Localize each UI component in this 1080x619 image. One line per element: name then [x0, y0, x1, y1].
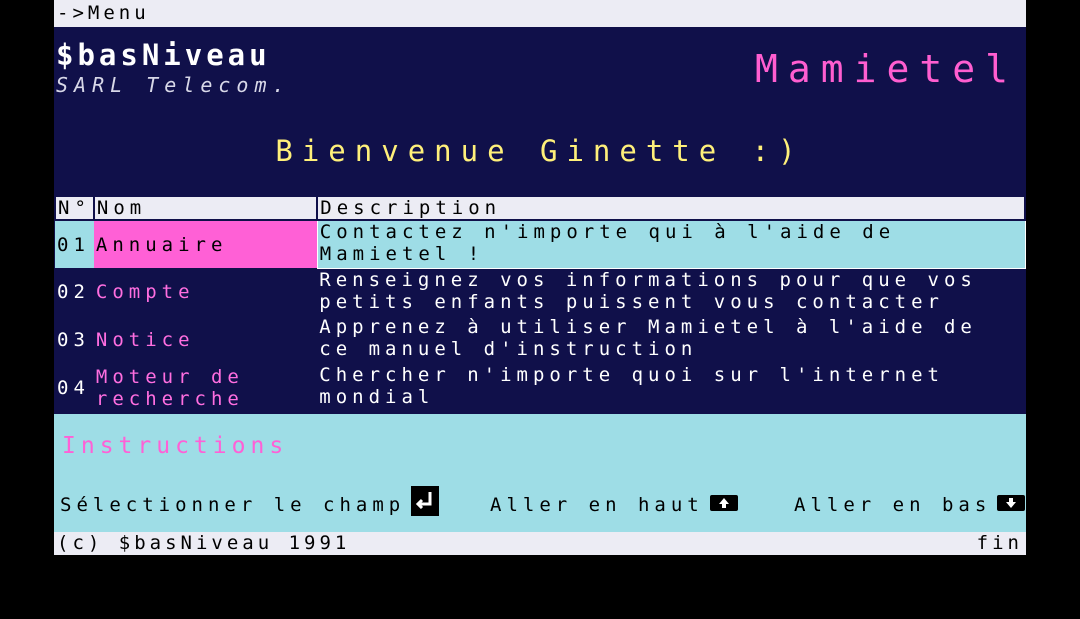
hint-select-label: Sélectionner le champ — [60, 494, 406, 516]
brand-name: $basNiveau — [56, 38, 271, 72]
hint-down: Aller en bas — [794, 490, 1026, 520]
arrow-down-key-icon — [997, 490, 1026, 520]
hint-up-label: Aller en haut — [490, 494, 704, 516]
welcome-message: Bienvenue Ginette :) — [275, 134, 805, 168]
column-header-description: Description — [316, 195, 1026, 221]
menu-row-annuaire[interactable]: 01 Annuaire Contactez n'importe qui à l'… — [55, 219, 1026, 269]
product-title: Mamietel — [754, 47, 1018, 91]
row-number: 04 — [57, 377, 90, 399]
hint-down-label: Aller en bas — [794, 494, 992, 516]
menu-link[interactable]: ->Menu — [54, 0, 1026, 27]
row-name[interactable]: Compte — [94, 268, 317, 316]
row-description: Renseignez vos informations pour que vos… — [319, 268, 977, 313]
enter-key-icon — [411, 485, 440, 525]
column-header-name: Nom — [92, 195, 319, 221]
row-name[interactable]: Moteur de recherche — [94, 364, 317, 412]
instructions-title: Instructions — [62, 433, 289, 459]
copyright-text: (c) $basNiveau 1991 — [57, 532, 351, 554]
hint-up: Aller en haut — [490, 490, 738, 520]
menu-row-compte[interactable]: 02 Compte Renseignez vos informations po… — [55, 268, 1025, 316]
minitel-screen: ->Menu $basNiveau SARL Telecom. Mamietel… — [54, 0, 1026, 555]
row-description: Apprenez à utiliser Mamietel à l'aide de… — [319, 316, 977, 360]
row-name[interactable]: Notice — [94, 316, 317, 364]
row-description: Contactez n'importe qui à l'aide de Mami… — [316, 219, 1026, 269]
brand-subtitle: SARL Telecom. — [56, 73, 291, 97]
row-name[interactable]: Annuaire — [93, 220, 318, 268]
menu-row-moteur-de-recherche[interactable]: 04 Moteur de recherche Chercher n'import… — [55, 364, 1025, 412]
row-number: 02 — [57, 281, 90, 303]
hint-select: Sélectionner le champ — [60, 485, 440, 520]
column-header-number: N° — [54, 195, 95, 221]
instructions-panel: Instructions Sélectionner le champ Aller… — [54, 414, 1026, 532]
menu-table: N° Nom Description 01 Annuaire Contactez… — [54, 195, 1026, 412]
end-indicator: fin — [976, 532, 1023, 554]
arrow-up-key-icon — [709, 490, 738, 520]
table-header-row: N° Nom Description — [54, 195, 1026, 221]
row-description: Chercher n'importe quoi sur l'internet m… — [319, 364, 944, 408]
row-number: 03 — [57, 329, 90, 351]
row-number: 01 — [55, 220, 94, 268]
status-bar: (c) $basNiveau 1991 fin — [54, 532, 1026, 555]
menu-row-notice[interactable]: 03 Notice Apprenez à utiliser Mamietel à… — [55, 316, 1025, 364]
